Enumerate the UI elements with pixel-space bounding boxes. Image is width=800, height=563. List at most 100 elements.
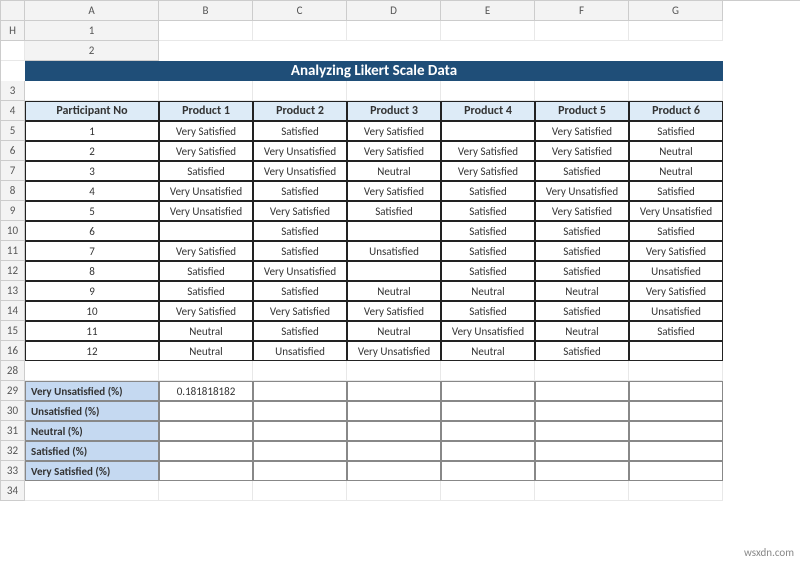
data-cell[interactable]: Neutral <box>159 341 253 361</box>
data-cell[interactable] <box>347 261 441 281</box>
data-cell[interactable]: Satisfied <box>535 221 629 241</box>
data-cell[interactable]: Very Satisfied <box>159 141 253 161</box>
col-header-A[interactable]: A <box>25 1 159 21</box>
pct-cell[interactable] <box>629 421 723 441</box>
pct-cell[interactable] <box>441 381 535 401</box>
table-header[interactable]: Product 3 <box>347 101 441 121</box>
row-header[interactable]: 12 <box>1 261 25 281</box>
row-header[interactable]: 34 <box>1 481 25 501</box>
pct-cell[interactable] <box>441 441 535 461</box>
data-cell[interactable]: Satisfied <box>253 321 347 341</box>
pct-cell[interactable] <box>347 401 441 421</box>
data-cell[interactable]: Very Satisfied <box>535 121 629 141</box>
data-cell[interactable]: Satisfied <box>535 161 629 181</box>
data-cell[interactable]: 3 <box>25 161 159 181</box>
pct-cell[interactable] <box>347 461 441 481</box>
pct-cell[interactable] <box>629 381 723 401</box>
data-cell[interactable]: Very Satisfied <box>347 121 441 141</box>
row-header[interactable]: 8 <box>1 181 25 201</box>
data-cell[interactable]: Neutral <box>535 321 629 341</box>
data-cell[interactable]: Satisfied <box>629 321 723 341</box>
pct-cell[interactable] <box>159 401 253 421</box>
row-header[interactable]: 7 <box>1 161 25 181</box>
pct-cell[interactable] <box>253 441 347 461</box>
data-cell[interactable]: Satisfied <box>535 241 629 261</box>
row-header[interactable]: 2 <box>25 41 159 61</box>
data-cell[interactable] <box>159 221 253 241</box>
data-cell[interactable]: Satisfied <box>253 281 347 301</box>
row-header[interactable]: 5 <box>1 121 25 141</box>
data-cell[interactable]: Neutral <box>629 141 723 161</box>
row-header[interactable]: 16 <box>1 341 25 361</box>
data-cell[interactable]: Very Satisfied <box>441 141 535 161</box>
pct-cell[interactable]: 0.181818182 <box>159 381 253 401</box>
pct-cell[interactable] <box>535 461 629 481</box>
data-cell[interactable]: Very Satisfied <box>159 241 253 261</box>
row-header[interactable]: 14 <box>1 301 25 321</box>
data-cell[interactable]: Neutral <box>441 341 535 361</box>
row-header[interactable]: 9 <box>1 201 25 221</box>
col-header-H[interactable]: H <box>1 21 25 41</box>
data-cell[interactable]: Neutral <box>629 161 723 181</box>
row-header[interactable]: 13 <box>1 281 25 301</box>
col-header-D[interactable]: D <box>347 1 441 21</box>
data-cell[interactable]: Unsatisfied <box>253 341 347 361</box>
col-header-E[interactable]: E <box>441 1 535 21</box>
pct-cell[interactable] <box>629 461 723 481</box>
data-cell[interactable]: Very Satisfied <box>159 301 253 321</box>
col-header-F[interactable]: F <box>535 1 629 21</box>
pct-cell[interactable] <box>629 441 723 461</box>
data-cell[interactable]: 7 <box>25 241 159 261</box>
pct-cell[interactable] <box>441 461 535 481</box>
data-cell[interactable]: Very Unsatisfied <box>253 261 347 281</box>
data-cell[interactable]: Very Satisfied <box>347 181 441 201</box>
data-cell[interactable]: Satisfied <box>535 341 629 361</box>
col-header-G[interactable]: G <box>629 1 723 21</box>
data-cell[interactable]: Very Satisfied <box>535 201 629 221</box>
data-cell[interactable] <box>441 121 535 141</box>
data-cell[interactable]: Satisfied <box>159 261 253 281</box>
pct-cell[interactable] <box>535 441 629 461</box>
data-cell[interactable]: Very Unsatisfied <box>535 181 629 201</box>
data-cell[interactable]: Very Unsatisfied <box>347 341 441 361</box>
pct-cell[interactable] <box>347 421 441 441</box>
pct-cell[interactable] <box>347 441 441 461</box>
row-header[interactable]: 6 <box>1 141 25 161</box>
data-cell[interactable]: Very Satisfied <box>535 141 629 161</box>
pct-label[interactable]: Very Satisfied (%) <box>25 461 159 481</box>
data-cell[interactable]: 2 <box>25 141 159 161</box>
data-cell[interactable]: Unsatisfied <box>629 261 723 281</box>
data-cell[interactable]: Very Unsatisfied <box>441 321 535 341</box>
data-cell[interactable]: Unsatisfied <box>347 241 441 261</box>
data-cell[interactable]: Satisfied <box>629 121 723 141</box>
row-header[interactable]: 15 <box>1 321 25 341</box>
table-header[interactable]: Participant No <box>25 101 159 121</box>
row-header[interactable]: 30 <box>1 401 25 421</box>
data-cell[interactable]: Very Unsatisfied <box>159 181 253 201</box>
data-cell[interactable]: 1 <box>25 121 159 141</box>
row-header[interactable]: 4 <box>1 101 25 121</box>
table-header[interactable]: Product 4 <box>441 101 535 121</box>
pct-cell[interactable] <box>159 461 253 481</box>
data-cell[interactable]: Very Satisfied <box>347 141 441 161</box>
pct-cell[interactable] <box>159 441 253 461</box>
data-cell[interactable]: Very Satisfied <box>441 161 535 181</box>
data-cell[interactable]: Satisfied <box>629 181 723 201</box>
pct-label[interactable]: Very Unsatisfied (%) <box>25 381 159 401</box>
data-cell[interactable]: Unsatisfied <box>629 301 723 321</box>
data-cell[interactable]: Very Satisfied <box>253 301 347 321</box>
table-header[interactable]: Product 1 <box>159 101 253 121</box>
row-header[interactable]: 10 <box>1 221 25 241</box>
pct-cell[interactable] <box>253 421 347 441</box>
data-cell[interactable]: Very Unsatisfied <box>159 201 253 221</box>
pct-label[interactable]: Unsatisfied (%) <box>25 401 159 421</box>
data-cell[interactable]: Satisfied <box>159 161 253 181</box>
data-cell[interactable]: Satisfied <box>441 181 535 201</box>
table-header[interactable]: Product 2 <box>253 101 347 121</box>
row-header[interactable]: 33 <box>1 461 25 481</box>
data-cell[interactable]: Very Unsatisfied <box>629 201 723 221</box>
pct-label[interactable]: Satisfied (%) <box>25 441 159 461</box>
data-cell[interactable] <box>347 221 441 241</box>
data-cell[interactable]: Neutral <box>535 281 629 301</box>
data-cell[interactable]: Very Satisfied <box>347 301 441 321</box>
